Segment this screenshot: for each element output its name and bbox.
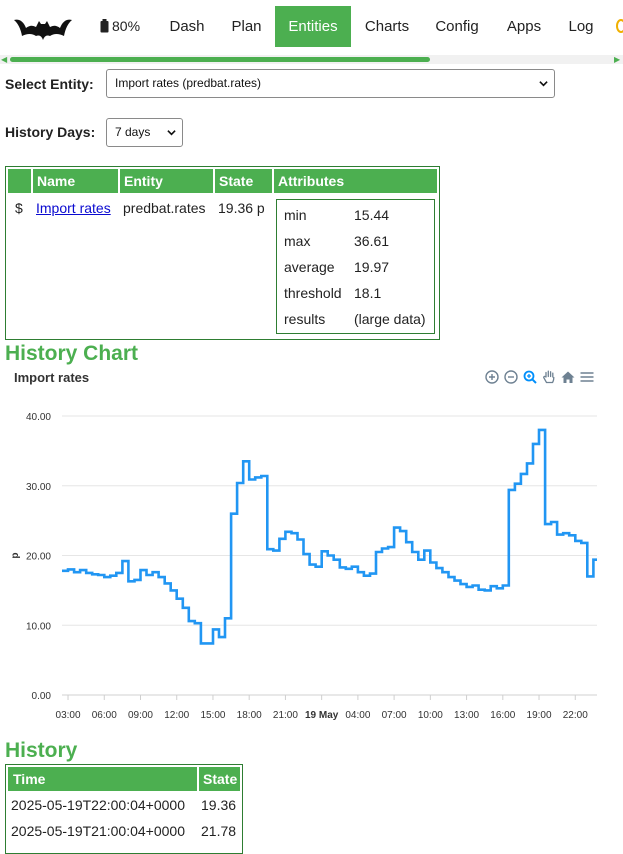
top-nav: 80% Dash Plan Entities Charts Config App… [0,0,623,56]
y-axis-label: p [10,552,21,558]
x-tick-label: 13:00 [454,710,479,721]
attr-key: average [284,259,335,275]
entity-name-link[interactable]: Import rates [36,200,111,216]
chart-toolbar [484,369,595,385]
x-tick-label: 03:00 [56,710,81,721]
attr-key: results [284,311,326,327]
history-row-state: 19.36 [201,797,237,813]
header-entity: Entity [120,169,215,193]
history-days-value: 7 days [115,125,151,139]
battery-icon [100,19,109,33]
entity-link[interactable]: Import rates [36,200,111,216]
header-name: Name [33,169,120,193]
x-tick-label: 21:00 [273,710,298,721]
attr-value: 15.44 [354,207,390,223]
dollar-icon: $ [15,200,23,216]
x-tick-label: 07:00 [382,710,407,721]
nav-config[interactable]: Config [427,6,487,47]
history-heading: History [5,739,78,762]
y-tick-label: 20.00 [26,552,51,563]
header-icon-column [8,169,33,193]
y-tick-label: 40.00 [26,412,51,423]
nav-scrollbar[interactable]: ◀ ▶ [0,55,623,64]
entity-select[interactable]: Import rates (predbat.rates) [106,69,555,98]
header-state: State [203,771,238,787]
nav-charts[interactable]: Charts [357,6,417,47]
x-tick-label: 15:00 [200,710,225,721]
attr-value: (large data) [354,311,426,327]
scroll-right-icon[interactable]: ▶ [614,55,620,64]
history-line-chart[interactable]: 0.00 10.00 20.00 30.00 40.00 p 03:00 06:00 09:00… [0,395,623,725]
menu-icon[interactable] [579,369,595,385]
zoom-in-icon[interactable] [484,369,500,385]
history-table-header: Time State [8,767,240,791]
history-table: Time State 2025-05-19T22:00:04+0000 19.3… [5,764,243,854]
zoom-out-icon[interactable] [503,369,519,385]
nav-overflow-icon[interactable] [616,19,623,33]
x-tick-label: 16:00 [490,710,515,721]
chevron-down-icon [539,81,548,87]
history-days-select[interactable]: 7 days [106,118,183,147]
attr-key: max [284,233,311,249]
reset-home-icon[interactable] [560,369,576,385]
series-line [62,428,597,645]
x-tick-label: 09:00 [128,710,153,721]
pan-hand-icon[interactable] [541,369,557,385]
nav-plan[interactable]: Plan [222,6,271,47]
battery-status: 80% [100,18,140,34]
battery-percent: 80% [112,18,141,34]
select-entity-label: Select Entity: [5,76,94,92]
history-row-time: 2025-05-19T22:00:04+0000 [11,797,185,813]
header-time: Time [13,771,46,787]
selection-zoom-icon[interactable] [522,369,538,385]
attr-key: min [284,207,307,223]
chart-title: Import rates [14,370,90,385]
header-separator [197,767,199,791]
attr-key: threshold [284,285,342,301]
nav-apps[interactable]: Apps [497,6,551,47]
x-tick-label: 18:00 [237,710,262,721]
y-tick-label: 30.00 [26,482,51,493]
header-state: State [215,169,274,193]
attr-value: 36.61 [354,233,390,249]
scrollbar-thumb[interactable] [10,57,430,62]
x-tick-label: 04:00 [345,710,370,721]
x-tick-label: 12:00 [164,710,189,721]
history-row-state: 21.78 [201,823,237,839]
x-tick-label: 19:00 [527,710,552,721]
nav-log[interactable]: Log [561,6,601,47]
entity-select-value: Import rates (predbat.rates) [115,76,262,90]
entity-state: 19.36 p [218,200,265,216]
header-attributes: Attributes [278,173,345,189]
history-chart-heading: History Chart [5,342,139,365]
entity-id: predbat.rates [123,200,206,216]
bat-logo-icon[interactable] [12,14,74,42]
x-tick-label: 10:00 [418,710,443,721]
scroll-left-icon[interactable]: ◀ [1,55,7,64]
attr-value: 19.97 [354,259,390,275]
nav-entities[interactable]: Entities [275,6,351,47]
history-days-label: History Days: [5,124,96,140]
x-tick-label: 06:00 [92,710,117,721]
history-row-time: 2025-05-19T21:00:04+0000 [11,823,185,839]
y-tick-label: 0.00 [32,691,52,702]
entity-table: Name Entity State Attributes $ Import ra… [5,166,440,340]
entity-table-header: Name Entity State Attributes [8,169,437,193]
attributes-box: min 15.44 max 36.61 average 19.97 threshold… [276,199,435,334]
x-tick-label: 22:00 [563,710,588,721]
chevron-down-icon [167,130,176,136]
y-tick-label: 10.00 [26,621,51,632]
nav-dash[interactable]: Dash [160,6,214,47]
x-tick-label: 19 May [305,710,339,721]
attr-value: 18.1 [354,285,382,301]
